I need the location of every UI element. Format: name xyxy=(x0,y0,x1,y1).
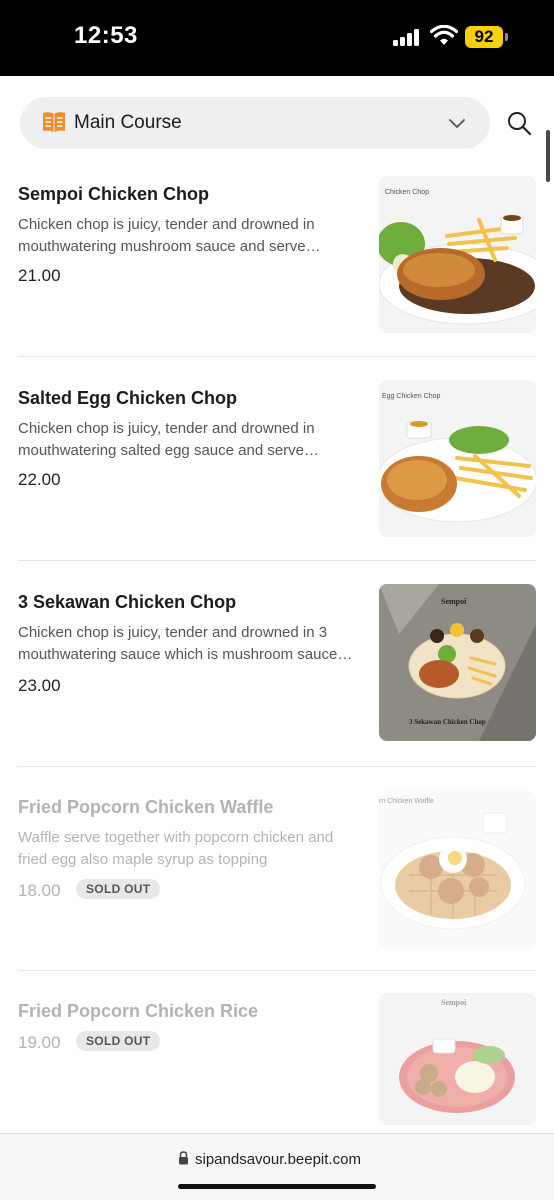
menu-item[interactable]: Fried Popcorn Chicken Waffle Waffle serv… xyxy=(18,791,536,948)
item-name: 3 Sekawan Chicken Chop xyxy=(18,592,237,612)
divider xyxy=(18,766,536,767)
battery-indicator: 92 xyxy=(465,26,503,48)
url-text: sipandsavour.beepit.com xyxy=(195,1151,361,1168)
photo-caption: rn Chicken Waffle xyxy=(379,798,434,805)
photo-caption: Egg Chicken Chop xyxy=(382,393,440,400)
scrollbar[interactable] xyxy=(546,130,550,182)
item-name: Fried Popcorn Chicken Waffle xyxy=(18,797,274,817)
item-name: Salted Egg Chicken Chop xyxy=(18,388,238,408)
item-photo[interactable]: Sempoi 3 Sekawan Chicken Chop xyxy=(379,584,536,741)
item-price: 18.00 xyxy=(18,881,61,900)
sold-out-badge: SOLD OUT xyxy=(76,879,161,899)
status-bar: 12:53 92 xyxy=(0,0,554,76)
item-photo[interactable]: Chicken Chop xyxy=(379,176,536,333)
item-name: Fried Popcorn Chicken Rice xyxy=(18,1001,259,1021)
item-description: Waffle serve together with popcorn chick… xyxy=(18,829,334,868)
battery-tip xyxy=(505,33,508,41)
divider xyxy=(18,970,536,971)
item-description: Chicken chop is juicy, tender and drowne… xyxy=(18,216,321,255)
item-price: 19.00 xyxy=(18,1033,61,1052)
photo-caption: 3 Sekawan Chicken Chop xyxy=(409,718,486,726)
item-price: 22.00 xyxy=(18,470,61,489)
item-price: 23.00 xyxy=(18,676,61,695)
item-description: Chicken chop is juicy, tender and drowne… xyxy=(18,624,353,663)
divider xyxy=(18,356,536,357)
item-photo[interactable]: rn Chicken Waffle xyxy=(379,791,536,948)
photo-caption: Chicken Chop xyxy=(385,189,429,196)
menu-item[interactable]: 3 Sekawan Chicken Chop Chicken chop is j… xyxy=(18,584,536,742)
divider xyxy=(18,560,536,561)
item-name: Sempoi Chicken Chop xyxy=(18,184,210,204)
menu-item[interactable]: Sempoi Chicken Chop Chicken chop is juic… xyxy=(18,176,536,334)
photo-brand: Sempoi xyxy=(441,597,467,606)
item-photo[interactable]: Egg Chicken Chop xyxy=(379,380,536,537)
browser-url-bar[interactable]: sipandsavour.beepit.com xyxy=(0,1133,554,1200)
wifi-icon xyxy=(430,25,458,45)
chevron-down-icon xyxy=(449,119,465,128)
cellular-signal-icon xyxy=(393,28,423,46)
search-icon[interactable] xyxy=(505,109,533,137)
item-description: Chicken chop is juicy, tender and drowne… xyxy=(18,420,320,459)
photo-brand: Sempoi xyxy=(441,998,467,1007)
menu-item[interactable]: Fried Popcorn Chicken Rice 19.00 SOLD OU… xyxy=(18,993,536,1133)
lock-icon xyxy=(179,1151,188,1165)
status-time: 12:53 xyxy=(74,22,138,49)
sold-out-badge: SOLD OUT xyxy=(76,1031,161,1051)
menu-item[interactable]: Salted Egg Chicken Chop Chicken chop is … xyxy=(18,380,536,538)
menu-book-icon xyxy=(43,112,65,132)
category-dropdown[interactable]: Main Course xyxy=(20,97,490,149)
home-indicator[interactable] xyxy=(178,1184,376,1189)
item-photo[interactable]: Sempoi xyxy=(379,993,536,1125)
item-price: 21.00 xyxy=(18,266,61,285)
category-label: Main Course xyxy=(74,112,182,133)
